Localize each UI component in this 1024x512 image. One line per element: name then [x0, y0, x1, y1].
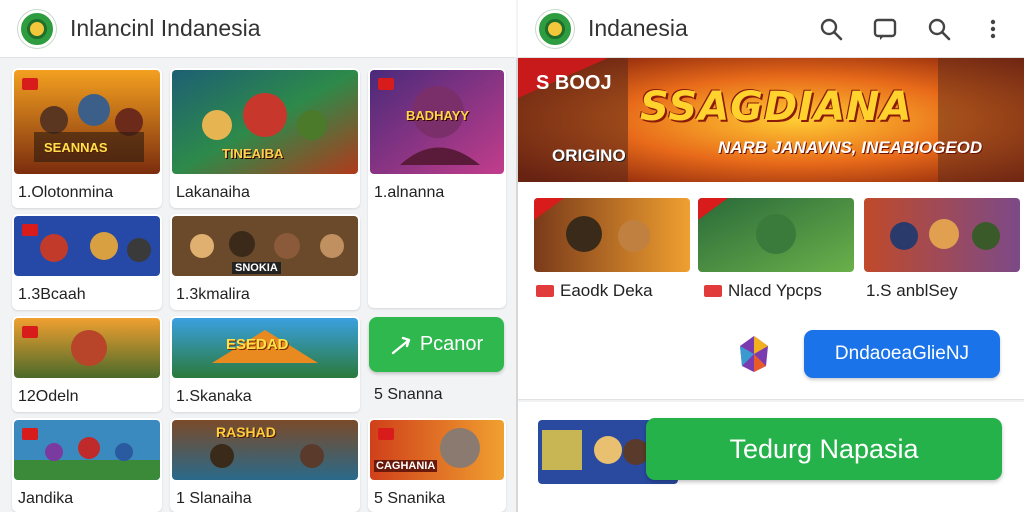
search-icon[interactable]	[922, 12, 956, 46]
play-button[interactable]: Pcanor	[369, 317, 504, 372]
game-card[interactable]: Jandika	[12, 418, 162, 512]
hot-badge	[22, 224, 38, 236]
game-label: 1 Slanaiha	[176, 490, 252, 507]
game-card[interactable]: 1.3Bcaah	[12, 214, 162, 310]
game-card[interactable]: ESEDAD 1.Skanaka	[170, 316, 360, 412]
left-app-bar: Inlancinl Indanesia	[0, 0, 516, 58]
thumb-title: RASHAD	[216, 424, 276, 440]
game-card[interactable]: CAGHANIA 5 Snanika	[368, 418, 506, 512]
hot-badge	[704, 285, 722, 297]
thumb-title: SNOKIA	[232, 262, 281, 274]
game-card[interactable]: BADHAYY 1.alnanna	[368, 68, 506, 308]
hot-badge	[378, 428, 394, 440]
featured-card[interactable]	[698, 198, 854, 272]
left-app-title: Inlancinl Indanesia	[70, 15, 261, 41]
game-thumbnail	[14, 318, 160, 378]
game-thumbnail: TINEAIBA	[172, 70, 358, 174]
game-label: 1.alnanna	[374, 184, 445, 201]
app-root: Inlancinl Indanesia Indanesia SEANNAS 1.…	[0, 0, 1024, 512]
banner-corner-text: ORIGINO	[552, 146, 626, 165]
featured-label-text: 1.S anblSey	[866, 281, 958, 300]
game-thumbnail: SEANNAS	[14, 70, 160, 174]
featured-card[interactable]	[864, 198, 1020, 272]
app-logo-icon[interactable]	[18, 9, 56, 48]
download-button[interactable]: DndaoeaGlieNJ	[804, 330, 1000, 378]
hot-badge	[536, 285, 554, 297]
game-card[interactable]: SNOKIA 1.3kmalira	[170, 214, 360, 310]
thumb-title: BADHAYY	[406, 108, 470, 123]
game-label: 1.Skanaka	[176, 388, 252, 405]
play-button-label: Pcanor	[419, 333, 484, 355]
game-label: Lakanaiha	[176, 184, 250, 201]
app-logo-icon[interactable]	[536, 9, 574, 48]
game-label: 1.Olotonmina	[18, 184, 114, 201]
featured-label-text: Eaodk Deka	[560, 281, 653, 300]
game-thumbnail	[14, 420, 160, 480]
game-thumbnail: BADHAYY	[370, 70, 504, 174]
game-label: 1.3kmalira	[176, 286, 250, 303]
game-card[interactable]: RASHAD 1 Slanaiha	[170, 418, 360, 512]
download-button-label: DndaoeaGlieNJ	[834, 343, 970, 364]
featured-label-text: Nlacd Ypcps	[728, 281, 822, 300]
toolbar-actions	[814, 12, 1010, 46]
game-thumbnail	[14, 216, 160, 276]
banner-title: SSAGDIANA	[640, 84, 913, 130]
gem-icon	[740, 336, 768, 372]
game-thumbnail: CAGHANIA	[370, 420, 504, 480]
promo-banner[interactable]: S BOOJ SSAGDIANA NARB JANAVNS, INEABIOGE…	[518, 58, 1024, 182]
featured-label: Eaodk Deka	[536, 281, 653, 301]
featured-panel: Eaodk Deka Nlacd Ypcps 1.S anblSey Dndao…	[518, 182, 1024, 400]
hot-badge	[378, 78, 394, 90]
game-label: 5 Snanika	[374, 490, 446, 507]
thumb-title: SEANNAS	[44, 140, 108, 155]
bottom-promo-section: Tedurg Napasia	[518, 402, 1024, 512]
right-app-title: Indanesia	[588, 15, 688, 41]
more-vert-icon[interactable]	[976, 12, 1010, 46]
hot-badge	[22, 78, 38, 90]
game-label: Jandika	[18, 490, 74, 507]
featured-label: 1.S anblSey	[866, 281, 958, 301]
featured-card[interactable]	[534, 198, 690, 272]
game-card[interactable]: TINEAIBA Lakanaiha	[170, 68, 360, 208]
game-thumbnail: RASHAD	[172, 420, 358, 480]
game-label: 5 Snanna	[374, 386, 443, 403]
right-app-bar: Indanesia	[518, 0, 1024, 58]
thumb-title: CAGHANIA	[374, 460, 438, 472]
chat-icon[interactable]	[868, 12, 902, 46]
primary-cta-label: Tedurg Napasia	[729, 433, 919, 464]
game-card[interactable]: SEANNAS 1.Olotonmina	[12, 68, 162, 208]
banner-tag: S BOOJ	[536, 72, 612, 94]
game-thumbnail: SNOKIA	[172, 216, 358, 276]
search-icon[interactable]	[814, 12, 848, 46]
hot-badge	[22, 428, 38, 440]
thumb-title: ESEDAD	[226, 336, 289, 353]
primary-cta-button[interactable]: Tedurg Napasia	[646, 418, 1002, 480]
banner-subtitle: NARB JANAVNS, INEABIOGEOD	[718, 138, 983, 157]
game-card[interactable]: 12Odeln	[12, 316, 162, 412]
hot-badge	[22, 326, 38, 338]
game-thumbnail: ESEDAD	[172, 318, 358, 378]
thumb-title: TINEAIBA	[222, 146, 284, 161]
game-label: 12Odeln	[18, 388, 79, 405]
send-icon	[391, 336, 411, 354]
featured-label: Nlacd Ypcps	[704, 281, 822, 301]
game-label: 1.3Bcaah	[18, 286, 86, 303]
